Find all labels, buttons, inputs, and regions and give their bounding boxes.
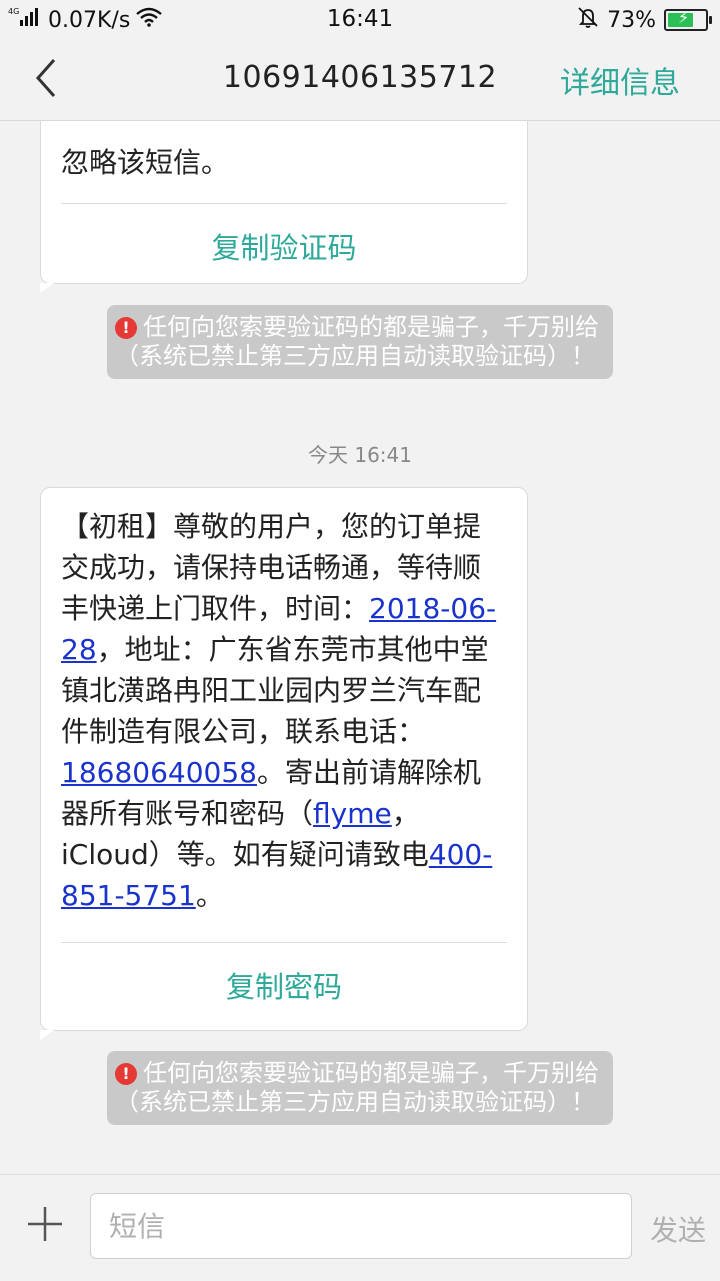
phone-link[interactable]: 18680640058 — [61, 756, 257, 789]
plus-icon — [28, 1207, 62, 1241]
details-button[interactable]: 详细信息 — [560, 58, 680, 102]
message-input[interactable] — [90, 1193, 632, 1259]
fraud-warning: ! 任何向您索要验证码的都是骗子，千万别给（系统已禁止第三方应用自动读取验证码）！ — [107, 1051, 613, 1125]
copy-code-button[interactable]: 复制验证码 — [41, 204, 527, 292]
alert-icon: ! — [115, 317, 137, 339]
message-timestamp: 今天 16:41 — [308, 443, 412, 467]
battery-percent: 73% — [607, 7, 656, 33]
message-bubble[interactable]: 【初租】尊敬的用户，您的订单提交成功，请保持电话畅通，等待顺丰快递上门取件，时间… — [40, 487, 528, 1040]
message-text: 【初租】尊敬的用户，您的订单提交成功，请保持电话畅通，等待顺丰快递上门取件，时间… — [61, 510, 497, 912]
copy-password-button[interactable]: 复制密码 — [41, 943, 527, 1031]
alert-icon: ! — [115, 1063, 137, 1085]
attach-button[interactable] — [26, 1205, 64, 1243]
battery-icon: ⚡ — [664, 8, 712, 31]
message-text: 忽略该短信。 — [61, 146, 230, 179]
message-bubble[interactable]: 忽略该短信。 复制验证码 — [40, 121, 528, 293]
status-bar: 4G 0.07K/s 16:41 73% ⚡ — [0, 0, 720, 38]
send-button[interactable]: 发送 — [650, 1209, 706, 1249]
mute-bell-icon — [577, 6, 599, 34]
conversation-header: 10691406135712 详细信息 — [0, 38, 720, 121]
fraud-warning: ! 任何向您索要验证码的都是骗子，千万别给（系统已禁止第三方应用自动读取验证码）！ — [107, 305, 613, 379]
flyme-link[interactable]: flyme — [313, 797, 392, 830]
compose-bar: 发送 — [0, 1174, 720, 1281]
message-list[interactable]: 忽略该短信。 复制验证码 ! 任何向您索要验证码的都是骗子，千万别给（系统已禁止第… — [0, 121, 720, 1174]
